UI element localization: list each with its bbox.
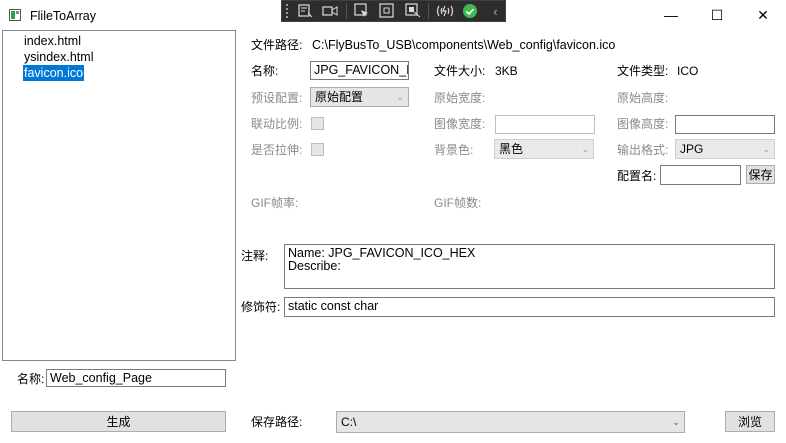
image-width-label: 图像宽度: (434, 117, 486, 131)
file-list[interactable]: index.html ysindex.html favicon.ico (2, 30, 236, 361)
minimize-icon: — (664, 7, 678, 23)
name-input[interactable]: JPG_FAVICON_ICO (310, 61, 409, 80)
modifier-input[interactable]: static const char (284, 297, 775, 317)
select-element-icon[interactable] (352, 2, 371, 20)
config-name-input[interactable] (660, 165, 741, 185)
file-type-label: 文件类型: (617, 64, 669, 78)
maximize-button[interactable]: ☐ (694, 0, 740, 30)
live-visual-tree-icon[interactable] (295, 2, 314, 20)
preset-select-value: 原始配置 (315, 90, 364, 104)
chevron-down-icon: ⌄ (581, 144, 589, 154)
file-size-label: 文件大小: (434, 64, 486, 78)
link-ratio-checkbox[interactable] (311, 117, 324, 130)
save-path-select-value: C:\ (341, 415, 357, 429)
image-width-input[interactable] (495, 115, 595, 134)
browse-button[interactable]: 浏览 (725, 411, 775, 432)
comment-textarea[interactable]: Name: JPG_FAVICON_ICO_HEX Describe: (284, 244, 775, 289)
file-list-item[interactable]: ysindex.html (23, 49, 94, 65)
config-name-label: 配置名: (617, 169, 657, 183)
chevron-down-icon: ⌄ (762, 144, 770, 154)
gif-frame-rate-label: GIF帧率: (251, 196, 299, 210)
page-name-input[interactable]: Web_config_Page (46, 369, 226, 387)
output-format-select-value: JPG (680, 142, 704, 156)
preset-label: 预设配置: (251, 91, 303, 105)
video-icon[interactable] (320, 2, 339, 20)
track-focus-icon[interactable] (403, 2, 422, 20)
link-ratio-label: 联动比例: (251, 117, 303, 131)
save-config-button[interactable]: 保存 (746, 165, 775, 184)
file-path-label: 文件路径: (251, 38, 303, 52)
minimize-button[interactable]: — (648, 0, 694, 30)
background-select[interactable]: 黑色 ⌄ (494, 139, 594, 159)
collapse-chevron-icon[interactable]: ‹ (486, 2, 505, 20)
toolbar-separator (345, 3, 347, 19)
grip-icon[interactable] (286, 4, 289, 18)
app-icon (9, 9, 21, 21)
file-list-item[interactable]: index.html (23, 33, 82, 49)
save-path-select[interactable]: C:\ ⌄ (336, 411, 685, 433)
image-height-input[interactable] (675, 115, 775, 134)
toolbar-separator (428, 3, 430, 19)
window-title: FlileToArray (30, 9, 96, 23)
stretch-checkbox[interactable] (311, 143, 324, 156)
output-format-label: 输出格式: (617, 143, 669, 157)
chevron-down-icon: ⌄ (672, 417, 680, 427)
gif-frame-count-label: GIF帧数: (434, 196, 482, 210)
save-path-label: 保存路径: (251, 415, 303, 429)
file-size-value: 3KB (495, 64, 518, 78)
display-layout-adorners-icon[interactable] (378, 2, 397, 20)
modifier-label: 修饰符: (241, 300, 281, 314)
hot-reload-icon[interactable] (435, 2, 454, 20)
file-type-value: ICO (677, 64, 699, 78)
file-list-item-selected[interactable]: favicon.ico (23, 65, 85, 81)
page-name-label: 名称: (17, 372, 45, 386)
close-button[interactable]: ✕ (740, 0, 786, 30)
image-height-label: 图像高度: (617, 117, 669, 131)
check-icon[interactable] (461, 2, 480, 20)
maximize-icon: ☐ (710, 6, 724, 23)
original-width-label: 原始宽度: (434, 91, 486, 105)
name-label: 名称: (251, 64, 279, 78)
file-path-value: C:\FlyBusTo_USB\components\Web_config\fa… (312, 38, 616, 52)
comment-label: 注释: (241, 249, 269, 263)
original-height-label: 原始高度: (617, 91, 669, 105)
background-select-value: 黑色 (499, 142, 524, 156)
background-label: 背景色: (434, 143, 474, 157)
output-format-select[interactable]: JPG ⌄ (675, 139, 775, 159)
close-icon: ✕ (757, 6, 769, 23)
debug-toolbar[interactable]: ‹ (281, 0, 506, 22)
stretch-label: 是否拉伸: (251, 143, 303, 157)
chevron-down-icon: ⌄ (396, 92, 404, 102)
preset-select[interactable]: 原始配置 ⌄ (310, 87, 409, 107)
generate-button[interactable]: 生成 (11, 411, 226, 432)
